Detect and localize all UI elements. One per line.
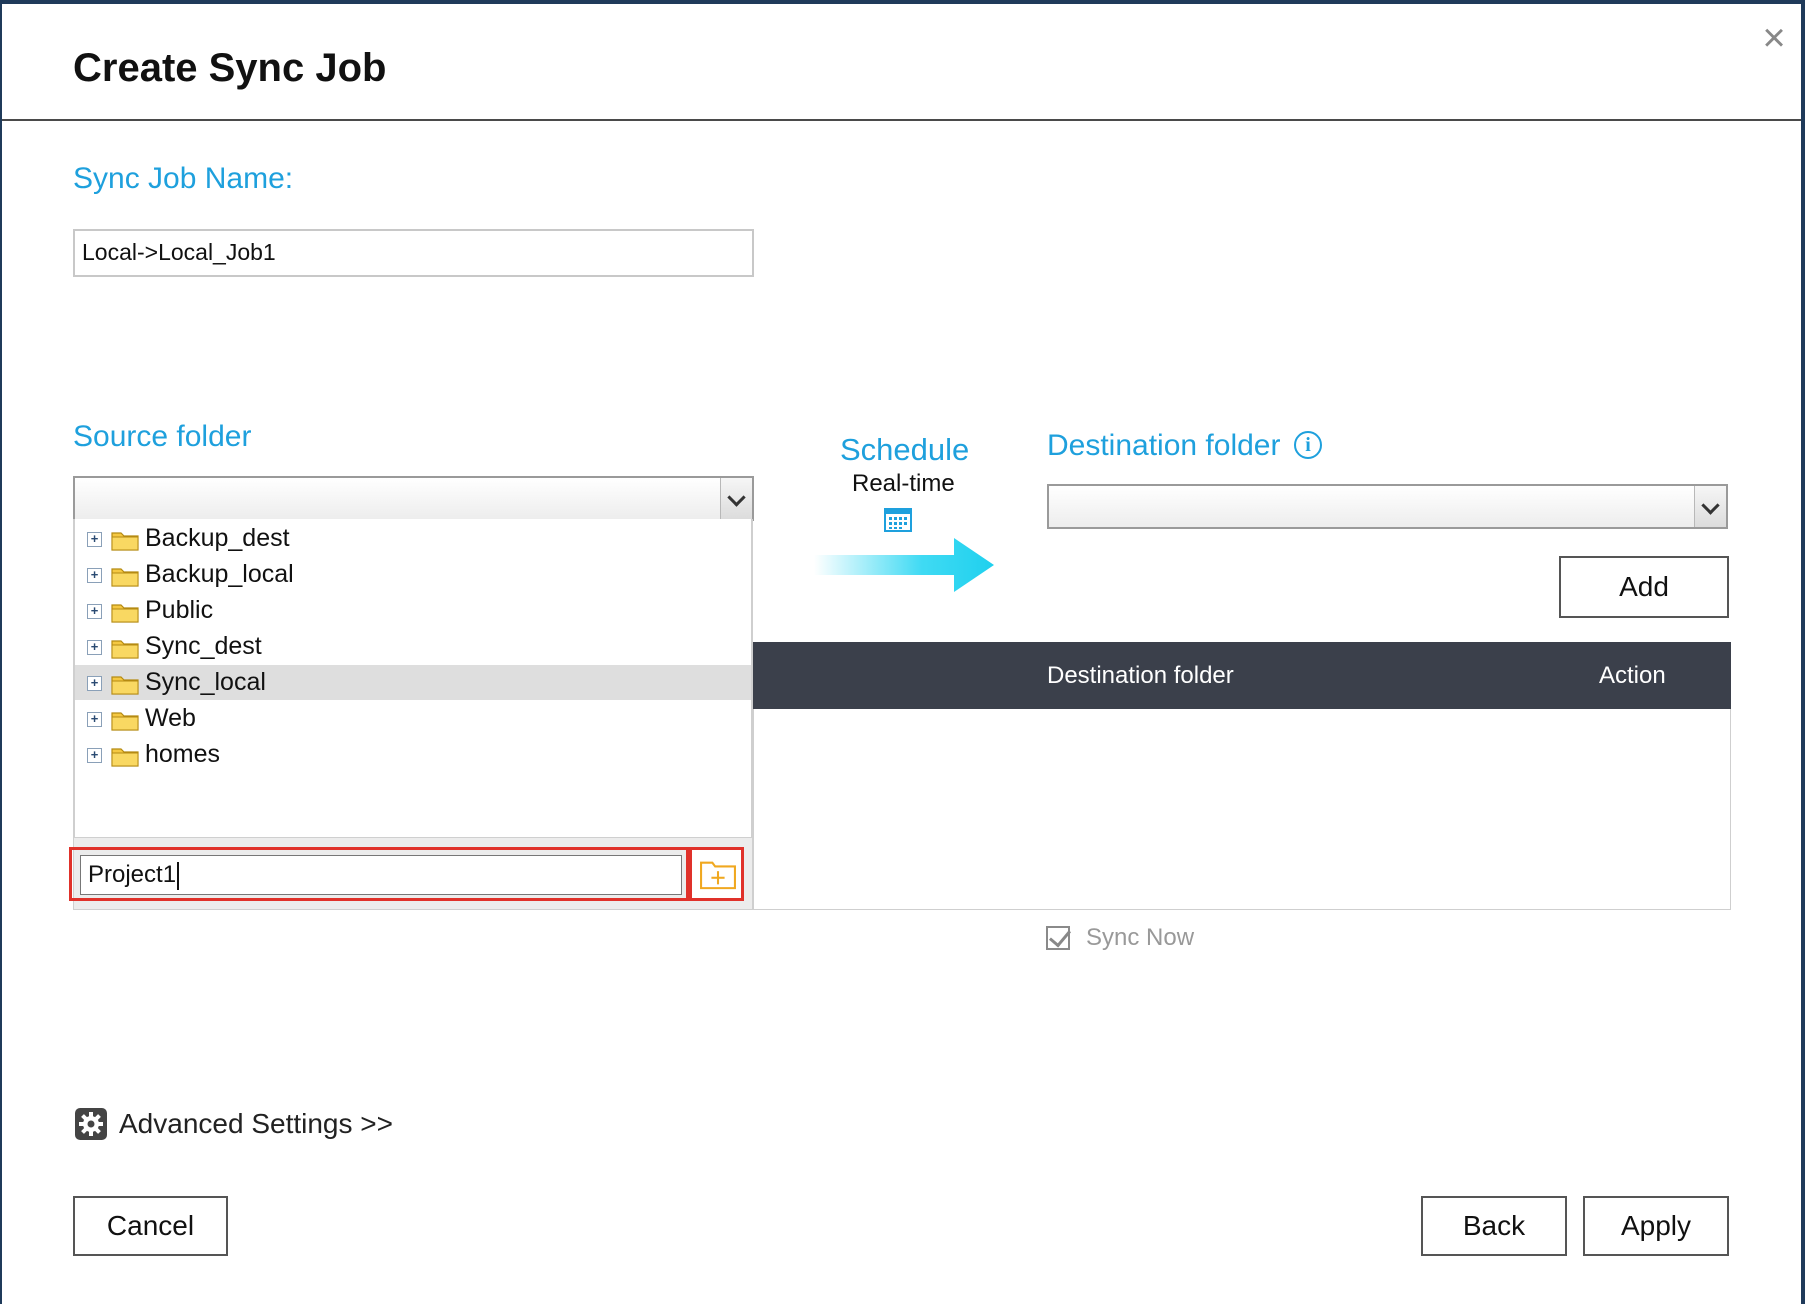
tree-item-public[interactable]: + Public	[75, 593, 751, 628]
expand-icon[interactable]: +	[87, 604, 102, 619]
tree-item-web[interactable]: + Web	[75, 701, 751, 736]
tree-item-homes[interactable]: + homes	[75, 737, 751, 772]
column-header-action[interactable]: Action	[1599, 662, 1666, 690]
tree-item-label: Sync_dest	[145, 632, 262, 660]
new-folder-name-input[interactable]: Project1	[80, 855, 682, 895]
sync-now-checkbox[interactable]	[1046, 926, 1070, 950]
sync-job-name-label: Sync Job Name:	[73, 162, 294, 195]
calendar-icon[interactable]	[884, 506, 912, 532]
tree-item-backup-dest[interactable]: + Backup_dest	[75, 521, 751, 556]
schedule-value: Real-time	[852, 470, 955, 497]
apply-button[interactable]: Apply	[1583, 1196, 1729, 1256]
folder-icon	[111, 748, 139, 767]
folder-icon	[111, 604, 139, 623]
source-folder-label: Source folder	[73, 420, 252, 453]
expand-icon[interactable]: +	[87, 748, 102, 763]
source-folder-tree: + Backup_dest + Backup_local + Public + …	[73, 519, 753, 837]
tree-item-backup-local[interactable]: + Backup_local	[75, 557, 751, 592]
cancel-button[interactable]: Cancel	[73, 1196, 228, 1256]
expand-icon[interactable]: +	[87, 640, 102, 655]
tree-item-sync-dest[interactable]: + Sync_dest	[75, 629, 751, 664]
back-button[interactable]: Back	[1421, 1196, 1567, 1256]
tree-item-label: Sync_local	[145, 668, 266, 696]
chevron-down-icon[interactable]	[1694, 486, 1726, 527]
folder-icon	[111, 676, 139, 695]
expand-icon[interactable]: +	[87, 712, 102, 727]
tree-item-label: Backup_dest	[145, 524, 290, 552]
info-icon[interactable]: i	[1294, 431, 1322, 459]
gear-icon[interactable]	[75, 1108, 107, 1140]
tree-item-label: Public	[145, 596, 214, 624]
folder-icon	[111, 640, 139, 659]
close-icon[interactable]: ×	[1754, 18, 1794, 58]
sync-now-label: Sync Now	[1086, 924, 1195, 951]
source-folder-select[interactable]	[73, 476, 754, 521]
schedule-label: Schedule	[840, 432, 970, 467]
destination-table-header: Destination folder Action	[753, 642, 1731, 709]
tree-item-sync-local[interactable]: + Sync_local	[75, 665, 751, 700]
destination-folder-select[interactable]	[1047, 484, 1728, 529]
sync-direction-arrow-icon	[814, 538, 994, 592]
new-folder-name-value: Project1	[88, 861, 177, 888]
add-button[interactable]: Add	[1559, 556, 1729, 618]
folder-icon	[111, 568, 139, 587]
advanced-settings-link[interactable]: Advanced Settings >>	[119, 1108, 393, 1140]
destination-folder-label: Destination folder	[1047, 429, 1281, 462]
new-folder-button[interactable]	[689, 847, 744, 901]
expand-icon[interactable]: +	[87, 568, 102, 583]
destination-table-body	[753, 709, 1731, 910]
tree-item-label: Web	[145, 704, 196, 732]
create-sync-job-dialog: Create Sync Job × Sync Job Name: Local->…	[2, 4, 1801, 1304]
column-header-destination-folder[interactable]: Destination folder	[1047, 662, 1234, 690]
new-folder-icon	[700, 861, 736, 890]
tree-item-label: Backup_local	[145, 560, 294, 588]
chevron-down-icon[interactable]	[720, 478, 752, 519]
expand-icon[interactable]: +	[87, 532, 102, 547]
tree-item-label: homes	[145, 740, 221, 768]
text-caret	[177, 861, 180, 890]
dialog-title: Create Sync Job	[73, 46, 387, 90]
folder-icon	[111, 712, 139, 731]
sync-job-name-input[interactable]: Local->Local_Job1	[73, 229, 754, 277]
background-edge	[1801, 0, 1805, 1304]
expand-icon[interactable]: +	[87, 676, 102, 691]
folder-icon	[111, 532, 139, 551]
title-divider	[2, 119, 1801, 121]
